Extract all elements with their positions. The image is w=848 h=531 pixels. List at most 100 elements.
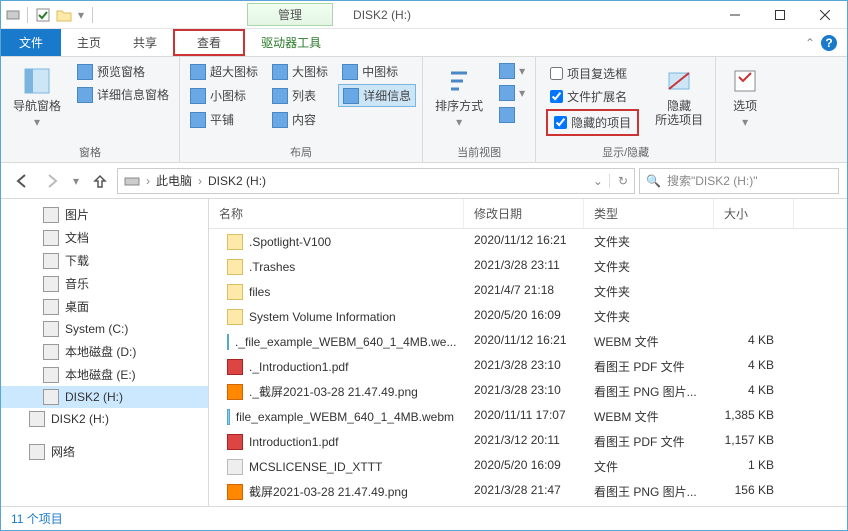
file-row[interactable]: files2021/4/7 21:18文件夹 — [209, 279, 847, 304]
layout-small-icons[interactable]: 小图标 — [186, 84, 262, 107]
col-type[interactable]: 类型 — [584, 199, 714, 228]
col-modified[interactable]: 修改日期 — [464, 199, 584, 228]
item-checkboxes-toggle[interactable]: 项目复选框 — [546, 63, 639, 84]
desk-icon — [43, 299, 59, 315]
tree-item[interactable]: 本地磁盘 (D:) — [1, 340, 208, 363]
details-pane-button[interactable]: 详细信息窗格 — [73, 84, 173, 105]
web-icon — [227, 409, 230, 425]
file-row[interactable]: .Spotlight-V1002020/11/12 16:21文件夹 — [209, 229, 847, 254]
tree-item[interactable]: System (C:) — [1, 318, 208, 340]
close-button[interactable] — [802, 2, 847, 28]
file-row[interactable]: MCSLICENSE_ID_XTTT2020/5/20 16:09文件1 KB — [209, 454, 847, 479]
options-button[interactable]: 选项 ▾ — [722, 61, 768, 133]
columns-icon — [499, 107, 515, 123]
collapse-ribbon-icon[interactable]: ⌃ — [805, 36, 815, 50]
layout-large-icons[interactable]: 大图标 — [268, 61, 332, 82]
window-title: DISK2 (H:) — [353, 8, 411, 22]
sort-by-button[interactable]: 排序方式 ▾ — [429, 61, 489, 133]
dropdown-icon: ▾ — [456, 115, 462, 129]
recent-dropdown[interactable]: ▾ — [69, 168, 83, 194]
file-size — [714, 256, 794, 277]
png-icon — [227, 484, 243, 500]
crumb-this-pc[interactable]: 此电脑 — [156, 172, 192, 189]
file-extensions-toggle[interactable]: 文件扩展名 — [546, 86, 639, 107]
group-options: 选项 ▾ — [716, 57, 774, 162]
col-size[interactable]: 大小 — [714, 199, 794, 228]
file-size: 1 KB — [714, 456, 794, 477]
tree-item[interactable]: 图片 — [1, 203, 208, 226]
hide-selected-button[interactable]: 隐藏 所选项目 — [649, 61, 709, 131]
file-row[interactable]: file_example_WEBM_640_1_4MB.webm2020/11/… — [209, 404, 847, 429]
layout-extra-large-icons[interactable]: 超大图标 — [186, 61, 262, 82]
tab-share[interactable]: 共享 — [117, 29, 173, 56]
folder-icon — [227, 259, 243, 275]
file-row[interactable]: Introduction1.pdf2021/3/12 20:11看图王 PDF … — [209, 429, 847, 454]
tab-file[interactable]: 文件 — [1, 29, 61, 56]
forward-button[interactable] — [39, 168, 65, 194]
group-by-button[interactable]: ▾ — [495, 61, 529, 81]
file-modified: 2020/5/20 16:09 — [464, 456, 584, 477]
tree-item[interactable]: 音乐 — [1, 272, 208, 295]
preview-pane-button[interactable]: 预览窗格 — [73, 61, 173, 82]
address-bar: ▾ › 此电脑 › DISK2 (H:) ⌄ ↻ 🔍 搜索"DISK2 (H:)… — [1, 163, 847, 199]
layout-tiles[interactable]: 平铺 — [186, 109, 262, 130]
add-columns-button[interactable]: ▾ — [495, 83, 529, 103]
tab-home[interactable]: 主页 — [61, 29, 117, 56]
search-input[interactable]: 🔍 搜索"DISK2 (H:)" — [639, 168, 839, 194]
tree-item[interactable]: DISK2 (H:) — [1, 408, 208, 430]
tree-item[interactable]: 文档 — [1, 226, 208, 249]
maximize-button[interactable] — [757, 2, 802, 28]
web-icon — [227, 334, 229, 350]
tree-item[interactable]: DISK2 (H:) — [1, 386, 208, 408]
hidden-items-toggle[interactable]: 隐藏的项目 — [550, 112, 635, 133]
tree-item[interactable]: 网络 — [1, 440, 208, 463]
tab-drive-tools[interactable]: 驱动器工具 — [245, 29, 337, 56]
layout-content[interactable]: 内容 — [268, 109, 332, 130]
separator — [92, 7, 93, 23]
file-modified: 2021/4/7 21:18 — [464, 281, 584, 302]
breadcrumb[interactable]: › 此电脑 › DISK2 (H:) ⌄ ↻ — [117, 168, 635, 194]
help-icon[interactable]: ? — [821, 35, 837, 51]
tree-item[interactable]: 桌面 — [1, 295, 208, 318]
tree-item[interactable]: 下载 — [1, 249, 208, 272]
file-row[interactable]: ._截屏2021-03-28 21.47.49.png2021/3/28 23:… — [209, 379, 847, 404]
qat-dropdown-icon[interactable]: ▾ — [76, 6, 86, 24]
checkbox-icon[interactable] — [550, 90, 563, 103]
col-name[interactable]: 名称 — [209, 199, 464, 228]
txt-icon — [227, 459, 243, 475]
crumb-drive[interactable]: DISK2 (H:) — [208, 174, 266, 188]
tree-item[interactable]: 本地磁盘 (E:) — [1, 363, 208, 386]
refresh-icon[interactable]: ↻ — [609, 174, 628, 188]
tab-view[interactable]: 查看 — [173, 29, 245, 56]
file-size — [714, 306, 794, 327]
quick-access-toolbar: ▾ — [1, 6, 97, 24]
layout-list[interactable]: 列表 — [268, 84, 332, 107]
group-panes-label: 窗格 — [79, 142, 101, 160]
file-row[interactable]: .Trashes2021/3/28 23:11文件夹 — [209, 254, 847, 279]
qat-checkbox-icon[interactable] — [34, 6, 52, 24]
file-modified: 2021/3/28 23:10 — [464, 381, 584, 402]
dropdown-icon[interactable]: ⌄ — [593, 174, 603, 188]
navigation-pane-button[interactable]: 导航窗格 ▾ — [7, 61, 67, 133]
checkbox-icon[interactable] — [550, 67, 563, 80]
back-button[interactable] — [9, 168, 35, 194]
up-button[interactable] — [87, 168, 113, 194]
tree-item-label: 音乐 — [65, 275, 89, 292]
chevron-right-icon[interactable]: › — [146, 174, 150, 188]
layout-details[interactable]: 详细信息 — [338, 84, 416, 107]
file-row[interactable]: System Volume Information2020/5/20 16:09… — [209, 304, 847, 329]
minimize-button[interactable] — [712, 2, 757, 28]
navigation-tree[interactable]: 图片文档下载音乐桌面System (C:)本地磁盘 (D:)本地磁盘 (E:)D… — [1, 199, 209, 506]
file-modified: 2021/3/28 21:47 — [464, 481, 584, 502]
file-row[interactable]: ._Introduction1.pdf2021/3/28 23:10看图王 PD… — [209, 354, 847, 379]
chevron-right-icon[interactable]: › — [198, 174, 202, 188]
pdf-icon — [227, 359, 243, 375]
file-list[interactable]: 名称 修改日期 类型 大小 .Spotlight-V1002020/11/12 … — [209, 199, 847, 506]
file-row[interactable]: ._file_example_WEBM_640_1_4MB.we...2020/… — [209, 329, 847, 354]
file-name: file_example_WEBM_640_1_4MB.webm — [236, 410, 454, 424]
checkbox-icon[interactable] — [554, 116, 567, 129]
layout-medium-icons[interactable]: 中图标 — [338, 61, 416, 82]
file-row[interactable]: 截屏2021-03-28 21.47.49.png2021/3/28 21:47… — [209, 479, 847, 504]
size-columns-button[interactable] — [495, 105, 529, 125]
qat-folder-icon[interactable] — [54, 6, 74, 24]
